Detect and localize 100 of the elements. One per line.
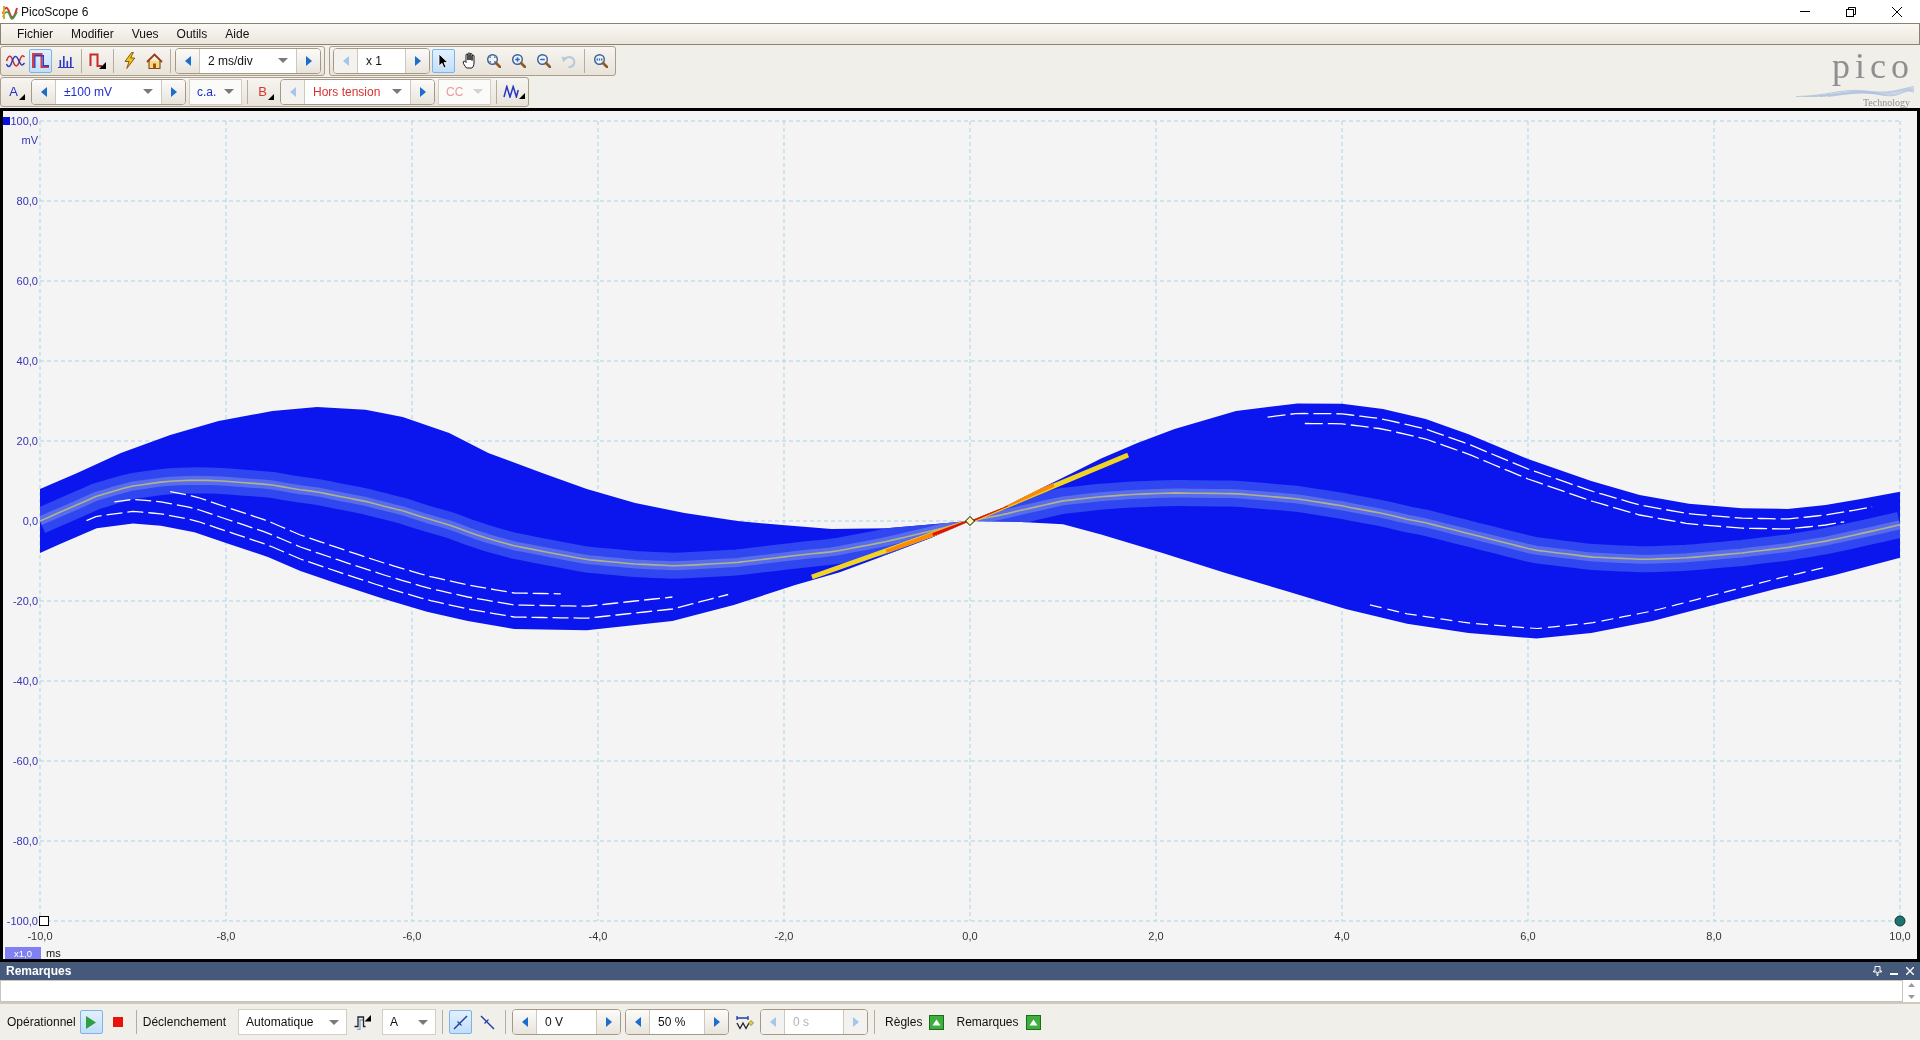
notes-field[interactable] [0,980,1903,1002]
x-unit-label: ms [46,947,61,959]
x-axis-label: 10,0 [1889,930,1911,942]
decrease-button[interactable] [626,1010,651,1034]
home-icon [146,52,163,69]
zoom-factor-tag: x1,0 [5,947,41,959]
minimize-icon [1800,11,1810,12]
x-axis-label: 6,0 [1520,930,1536,942]
menu-item[interactable]: Outils [167,25,217,43]
x-axis-label: 2,0 [1148,930,1164,942]
run-button[interactable] [79,1010,103,1034]
y-axis-label: 100,0 [10,115,38,127]
zigzag-icon [502,85,519,98]
menu-item[interactable]: Aide [216,25,259,43]
y-axis-label: 20,0 [16,435,38,447]
pointer-tool-button[interactable] [432,48,455,73]
zoom-region-icon [486,53,501,68]
pulse-icon [354,1014,372,1030]
menu-item[interactable]: Modifier [62,25,123,43]
y-axis-label: -20,0 [12,595,38,607]
coupling-dropdown[interactable]: c.a. [189,78,242,105]
caret-down-icon [392,89,402,94]
right-arrow-icon [713,1017,720,1027]
delay-waveform-icon [735,1014,754,1030]
bar-chart-icon [57,53,74,68]
close-icon[interactable] [1906,967,1914,975]
y-unit-label: mV [21,134,38,146]
left-arrow-icon [342,55,349,66]
y-axis-label: 40,0 [16,355,38,367]
y-axis-label: -100,0 [6,915,38,927]
trigger-marker-icon[interactable] [965,516,975,526]
caret-down-icon [329,1019,340,1025]
caret-down-icon [473,89,483,94]
y-axis-label: -60,0 [12,755,38,767]
expand-up-icon [1025,1014,1041,1030]
caret-down-icon [418,1019,429,1025]
y-axis-label: -80,0 [12,835,38,847]
x-axis-label: 8,0 [1706,930,1722,942]
panel-toggle-button[interactable]: Règles [881,1013,949,1031]
round-handle-icon[interactable] [1894,915,1906,927]
x-axis-label: -8,0 [216,930,236,942]
menu-item[interactable]: Vues [122,25,168,43]
status-label: Opérationnel [7,1014,76,1031]
undo-icon [561,53,576,68]
y-axis-label: 80,0 [16,195,38,207]
notes-panel-title: Remarques [6,963,72,980]
magnifier-icon [593,53,608,68]
zoom-in-icon [511,53,526,68]
square-handle-icon[interactable] [39,916,49,926]
left-arrow-icon [634,1017,641,1027]
corner-triangle-icon [18,93,25,100]
right-arrow-icon [852,1017,859,1027]
x-axis-label: 0,0 [962,930,978,942]
restore-icon [1846,6,1856,17]
zoom-out-icon [536,53,551,68]
x-axis-label: -10,0 [27,930,53,942]
increase-button[interactable] [405,48,429,73]
increase-button[interactable] [596,1010,621,1034]
channel-button[interactable]: B [253,79,277,104]
right-arrow-icon [419,86,426,97]
pin-icon[interactable] [1873,966,1882,976]
logo-wordmark: pico [1832,46,1914,86]
rising-edge-button[interactable] [449,1010,473,1034]
sine-waves-icon [6,53,25,68]
right-arrow-icon [605,1017,612,1027]
square-wave-icon [89,52,106,69]
persistence-view-button[interactable] [29,48,52,73]
decrease-button[interactable] [513,1010,538,1034]
play-icon [86,1015,97,1029]
caret-down-icon [143,89,153,94]
scroll-down-icon[interactable] [1908,995,1915,999]
channel-button[interactable]: A [4,79,28,104]
pointer-icon [438,52,449,69]
right-arrow-icon [305,55,312,66]
increase-button[interactable] [410,79,434,104]
logo-tagline: Technology [1862,97,1910,108]
y-axis-label: 0,0 [22,515,38,527]
left-arrow-icon [289,86,296,97]
caret-down-icon [278,58,288,63]
trigger-source-dropdown[interactable]: A [382,1009,437,1035]
panel-toggle-button[interactable]: Remarques [952,1013,1045,1031]
scroll-up-icon[interactable] [1908,983,1915,987]
caret-down-icon [224,89,234,94]
corner-triangle-icon [267,93,274,100]
decrease-button[interactable] [176,48,200,73]
right-arrow-icon [414,55,421,66]
axis-marker-icon[interactable] [3,117,10,125]
decrease-button[interactable] [32,79,56,104]
wave-lines-icon [1796,86,1914,97]
left-arrow-icon [184,55,191,66]
increase-button[interactable] [161,79,185,104]
increase-button[interactable] [704,1010,729,1034]
right-arrow-icon [170,86,177,97]
x-axis-label: -6,0 [402,930,422,942]
hand-icon [461,52,476,69]
trigger-mode-dropdown[interactable]: Automatique [238,1009,348,1035]
x-axis-label: -2,0 [774,930,794,942]
menu-item[interactable]: Fichier [8,25,62,43]
increase-button[interactable] [296,48,320,73]
rising-edge-icon [452,1013,470,1031]
